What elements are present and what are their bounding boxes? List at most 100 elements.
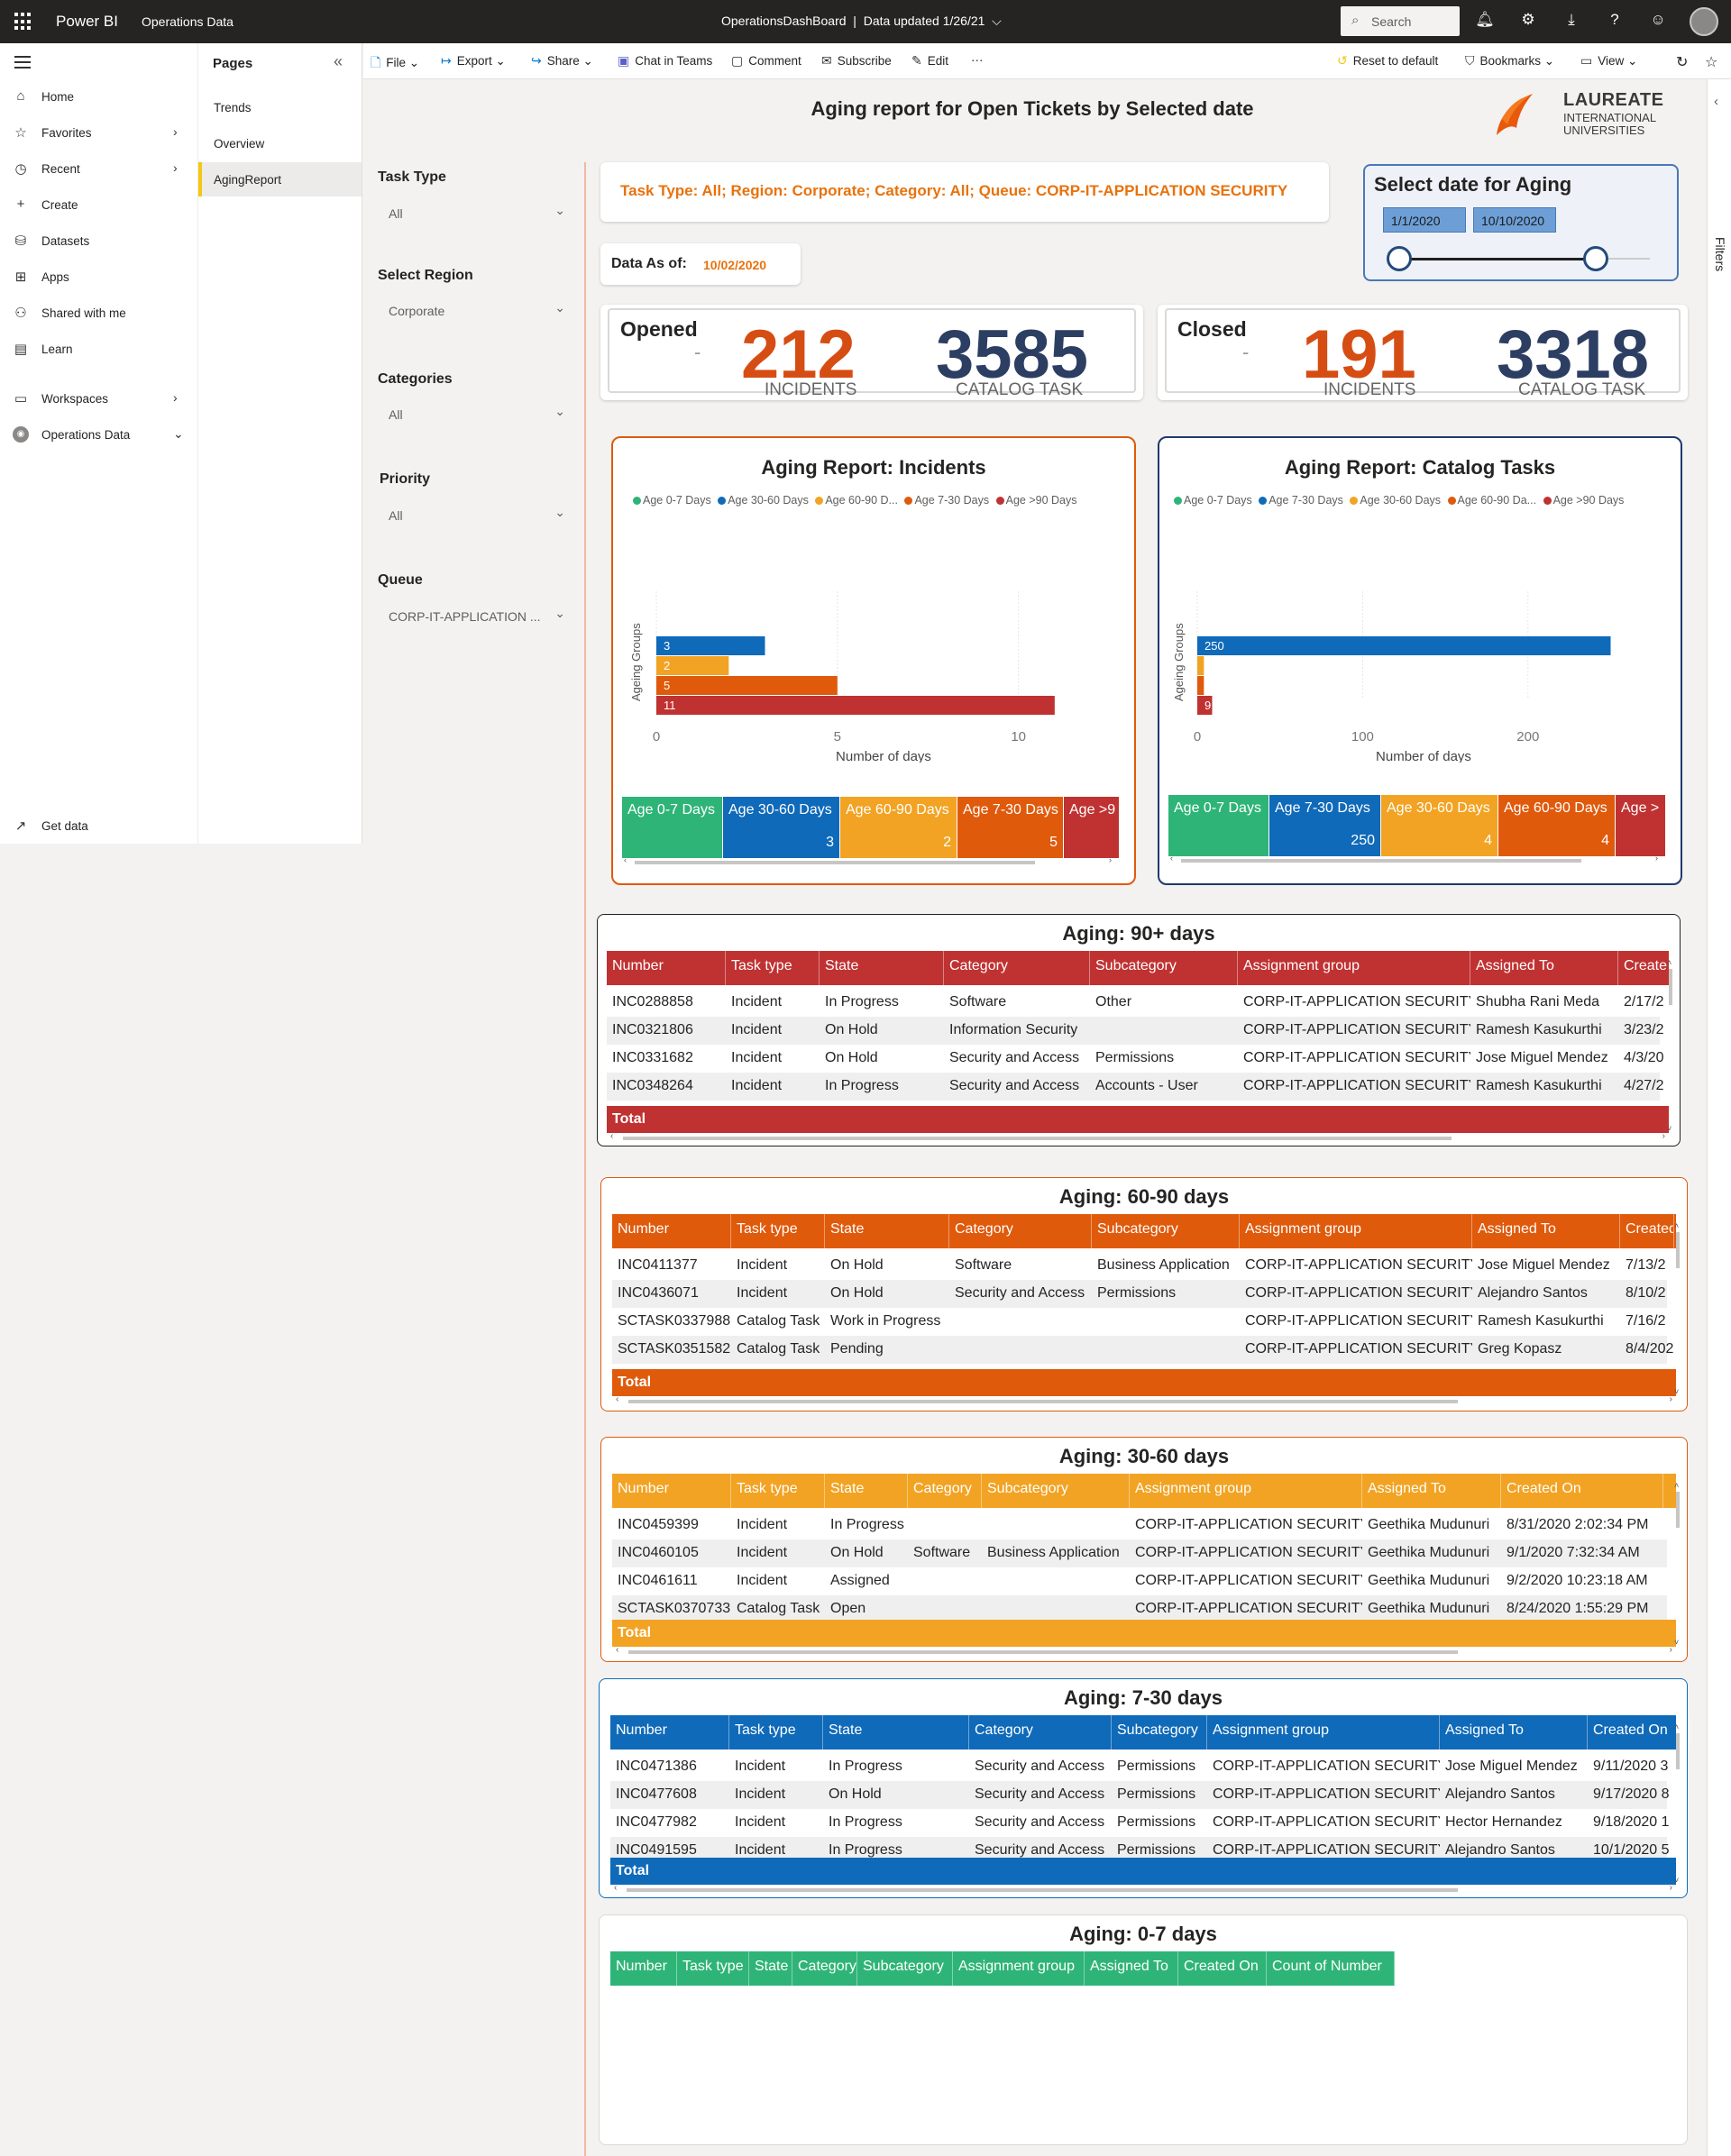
scroll-down-icon[interactable]: ˅ [1667, 1124, 1671, 1133]
horizontal-scrollbar[interactable]: ‹ › [1168, 854, 1666, 865]
smiley-icon[interactable]: ☺ [1648, 11, 1668, 31]
view-menu[interactable]: ▭ View ⌄ [1580, 53, 1637, 69]
scroll-right-icon[interactable]: › [1662, 1131, 1665, 1141]
slider-start-handle[interactable] [1387, 246, 1412, 271]
column-header[interactable]: State [825, 1214, 949, 1248]
scroll-down-icon[interactable]: ˅ [1674, 1387, 1679, 1396]
horizontal-scrollbar[interactable]: ‹ › [612, 1645, 1676, 1658]
task-type-dropdown[interactable]: All ⌄ [389, 203, 565, 221]
horizontal-scrollbar[interactable]: ‹ › [607, 1131, 1669, 1144]
column-header[interactable]: Assigned To [1470, 951, 1618, 985]
column-header[interactable]: Subcategory [1112, 1715, 1207, 1749]
report-header[interactable]: OperationsDashBoard | Data updated 1/26/… [721, 14, 1002, 29]
column-header[interactable]: Number [610, 1951, 677, 1986]
scroll-right-icon[interactable]: › [1670, 1645, 1672, 1655]
table-row[interactable]: SCTASK0351582 Catalog Task Pending CORP-IT-… [612, 1336, 1673, 1364]
bar[interactable] [1197, 676, 1204, 695]
column-header[interactable]: Subcategory [857, 1951, 953, 1986]
nav-get-data[interactable]: ↗ Get data [0, 808, 198, 845]
nav-workspaces[interactable]: ▭ Workspaces › [0, 381, 198, 417]
column-header[interactable]: Created On [1501, 1474, 1663, 1508]
matrix-header[interactable]: Age >9 [1064, 797, 1120, 827]
scroll-thumb[interactable] [635, 861, 1035, 864]
column-header[interactable]: Number [612, 1474, 731, 1508]
scroll-left-icon[interactable]: ‹ [614, 1883, 617, 1893]
column-header[interactable]: Task type [729, 1715, 823, 1749]
column-header[interactable]: Subcategory [1092, 1214, 1240, 1248]
scroll-thumb[interactable] [1676, 1232, 1680, 1268]
matrix-header[interactable]: Age 0-7 Days [622, 797, 723, 827]
nav-recent[interactable]: ◷ Recent › [0, 151, 198, 187]
collapse-icon[interactable]: « [334, 52, 343, 71]
bar[interactable] [1197, 636, 1611, 655]
scroll-left-icon[interactable]: ‹ [616, 1645, 618, 1655]
table-row[interactable]: INC0471386 Incident In Progress Security an… [610, 1753, 1668, 1781]
column-header[interactable]: Count of Number [1267, 1951, 1395, 1986]
region-dropdown[interactable]: Corporate ⌄ [389, 300, 565, 318]
scroll-left-icon[interactable]: ‹ [610, 1131, 613, 1141]
chevron-left-icon[interactable]: ‹ [1714, 94, 1718, 109]
column-header[interactable]: Category [908, 1474, 982, 1508]
vertical-scrollbar[interactable]: ˄ ˅ [1667, 958, 1676, 1133]
scroll-down-icon[interactable]: ˅ [1674, 1876, 1679, 1885]
scroll-left-icon[interactable]: ‹ [1170, 854, 1173, 863]
column-header[interactable]: Number [607, 951, 726, 985]
matrix-header[interactable]: Age 0-7 Days [1168, 795, 1269, 826]
nav-operations-data[interactable]: ◉ Operations Data ⌄ [0, 417, 198, 453]
scroll-up-icon[interactable]: ˄ [1667, 958, 1676, 967]
table-row[interactable]: INC0321806 Incident On Hold Information Sec… [607, 1017, 1663, 1045]
nav-learn[interactable]: ▤ Learn [0, 332, 198, 368]
matrix-header[interactable]: Age 30-60 Days [723, 797, 840, 827]
matrix-header[interactable]: Age 7-30 Days [1269, 795, 1381, 826]
vertical-scrollbar[interactable]: ˄ ˅ [1674, 1221, 1683, 1396]
bell-icon[interactable]: 🔔︎ [1475, 11, 1495, 31]
table-row[interactable]: INC0436071 Incident On Hold Security and Ac… [612, 1280, 1667, 1308]
column-header[interactable]: Number [612, 1214, 731, 1248]
nav-shared[interactable]: ⚇ Shared with me [0, 296, 198, 332]
scroll-right-icon[interactable]: › [1655, 854, 1658, 863]
bar[interactable] [656, 696, 1055, 715]
table-row[interactable]: INC0460105 Incident On Hold Software Busines… [612, 1539, 1667, 1567]
share-menu[interactable]: ↪ Share ⌄ [531, 53, 593, 69]
scroll-thumb[interactable] [1669, 969, 1672, 1005]
column-header[interactable]: Task type [726, 951, 820, 985]
table-row[interactable]: SCTASK0337988 Catalog Task Work in Progres… [612, 1308, 1667, 1336]
vertical-scrollbar[interactable]: ˄ ˅ [1674, 1722, 1683, 1885]
table-row[interactable]: INC0331682 Incident On Hold Security and Ac… [607, 1045, 1663, 1073]
nav-home[interactable]: ⌂ Home [0, 79, 198, 115]
column-header[interactable]: Task type [731, 1214, 825, 1248]
scroll-down-icon[interactable]: ˅ [1674, 1638, 1679, 1647]
vertical-scrollbar[interactable]: ˄ ˅ [1674, 1481, 1683, 1647]
date-from-input[interactable]: 1/1/2020 [1383, 207, 1466, 233]
brand-name[interactable]: Power BI [56, 13, 118, 31]
avatar[interactable] [1690, 7, 1718, 36]
scroll-thumb[interactable] [1676, 1492, 1680, 1528]
scroll-thumb[interactable] [623, 1137, 1452, 1140]
more-options-button[interactable]: ··· [971, 53, 984, 67]
scroll-up-icon[interactable]: ˄ [1674, 1481, 1683, 1490]
bar[interactable] [656, 676, 838, 695]
matrix-header[interactable]: Age 60-90 Days [840, 797, 957, 827]
matrix-header[interactable]: Age 7-30 Days [957, 797, 1064, 827]
column-header[interactable]: Category [792, 1951, 857, 1986]
column-header[interactable]: Assigned To [1472, 1214, 1620, 1248]
filters-pane[interactable]: ‹ Filters [1707, 79, 1731, 2156]
file-menu[interactable]: 🗋 File ⌄ [371, 53, 419, 75]
bar[interactable] [1197, 656, 1204, 675]
refresh-icon[interactable]: ↻ [1676, 53, 1688, 71]
export-menu[interactable]: ↦ Export ⌄ [441, 53, 506, 69]
scroll-up-icon[interactable]: ˄ [1674, 1221, 1683, 1230]
bar[interactable] [656, 636, 765, 655]
scroll-thumb[interactable] [1181, 859, 1581, 863]
hamburger-icon[interactable] [14, 56, 31, 69]
scroll-right-icon[interactable]: › [1670, 1394, 1672, 1404]
matrix-header[interactable]: Age > [1616, 795, 1666, 826]
reset-to-default-button[interactable]: ↺ Reset to default [1337, 53, 1438, 69]
scroll-left-icon[interactable]: ‹ [624, 855, 627, 864]
matrix-header[interactable]: Age 60-90 Days [1498, 795, 1616, 826]
nav-favorites[interactable]: ☆ Favorites › [0, 115, 198, 151]
subscribe-button[interactable]: ✉ Subscribe [821, 53, 892, 69]
column-header[interactable]: Assignment group [1207, 1715, 1440, 1749]
nav-datasets[interactable]: ⛁ Datasets [0, 224, 198, 260]
scroll-thumb[interactable] [627, 1888, 1458, 1892]
